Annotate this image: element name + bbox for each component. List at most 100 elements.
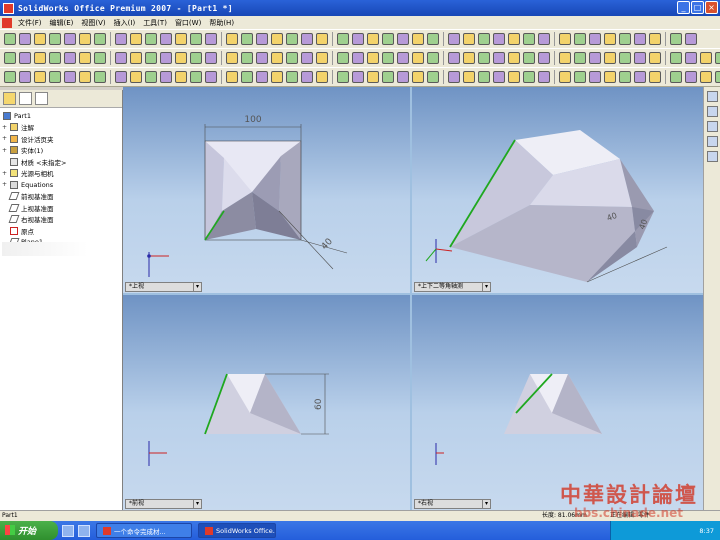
toolbar-tool-icon[interactable] <box>478 71 490 83</box>
toolbar-tool-icon[interactable] <box>523 52 535 64</box>
toolbar-tool-icon[interactable] <box>226 33 238 45</box>
toolbar-tool-icon[interactable] <box>64 52 76 64</box>
tree-item-right-plane[interactable]: 右视基准面 <box>2 214 120 226</box>
toolbar-tool-icon[interactable] <box>34 52 46 64</box>
tree-item-solid-bodies[interactable]: + 实体(1) <box>2 145 120 157</box>
toolbar-tool-icon[interactable] <box>316 52 328 64</box>
toolbar-tool-icon[interactable] <box>619 71 631 83</box>
toolbar-tool-icon[interactable] <box>19 71 31 83</box>
toolbar-tool-icon[interactable] <box>559 52 571 64</box>
toolbar-tool-icon[interactable] <box>79 71 91 83</box>
tree-item-material[interactable]: 材质 <未指定> <box>2 156 120 168</box>
tree-item-equations[interactable]: + Equations <box>2 179 120 191</box>
toolbar-tool-icon[interactable] <box>175 71 187 83</box>
toolbar-tool-icon[interactable] <box>463 71 475 83</box>
tree-item-annotations[interactable]: + 注解 <box>2 122 120 134</box>
toolbar-tool-icon[interactable] <box>130 33 142 45</box>
app-menu-icon[interactable] <box>2 17 12 28</box>
toolbar-tool-icon[interactable] <box>427 71 439 83</box>
toolbar-tool-icon[interactable] <box>175 52 187 64</box>
tree-item-lights-cameras[interactable]: + 光源与相机 <box>2 168 120 180</box>
toolbar-tool-icon[interactable] <box>337 33 349 45</box>
toolbar-tool-icon[interactable] <box>700 52 712 64</box>
dimension-60[interactable]: 60 <box>314 398 324 410</box>
toolbar-tool-icon[interactable] <box>700 71 712 83</box>
toolbar-tool-icon[interactable] <box>397 71 409 83</box>
isometric-model[interactable]: 40 40 <box>412 87 703 293</box>
toolbar-tool-icon[interactable] <box>463 52 475 64</box>
toolbar-tool-icon[interactable] <box>559 71 571 83</box>
toolbar-tool-icon[interactable] <box>493 52 505 64</box>
toolbar-tool-icon[interactable] <box>205 33 217 45</box>
toolbar-tool-icon[interactable] <box>478 52 490 64</box>
toolbar-tool-icon[interactable] <box>286 52 298 64</box>
toolbar-tool-icon[interactable] <box>256 71 268 83</box>
toolbar-tool-icon[interactable] <box>448 71 460 83</box>
taskbar-item-solidworks[interactable]: SolidWorks Office... <box>198 523 276 538</box>
search-icon[interactable] <box>706 136 718 147</box>
toolbar-tool-icon[interactable] <box>4 71 16 83</box>
toolbar-tool-icon[interactable] <box>286 71 298 83</box>
toolbar-tool-icon[interactable] <box>493 71 505 83</box>
toolbar-tool-icon[interactable] <box>205 52 217 64</box>
toolbar-tool-icon[interactable] <box>286 33 298 45</box>
dimension-100[interactable]: 100 <box>244 115 261 125</box>
menu-file[interactable]: 文件(F) <box>14 18 46 28</box>
toolbar-tool-icon[interactable] <box>649 71 661 83</box>
toolbar-tool-icon[interactable] <box>685 52 697 64</box>
toolbar-tool-icon[interactable] <box>175 33 187 45</box>
toolbar-tool-icon[interactable] <box>64 33 76 45</box>
toolbar-tool-icon[interactable] <box>448 33 460 45</box>
toolbar-tool-icon[interactable] <box>256 52 268 64</box>
toolbar-tool-icon[interactable] <box>79 52 91 64</box>
toolbar-tool-icon[interactable] <box>634 71 646 83</box>
toolbar-tool-icon[interactable] <box>634 33 646 45</box>
tree-item-front-plane[interactable]: 前视基准面 <box>2 191 120 203</box>
toolbar-tool-icon[interactable] <box>301 33 313 45</box>
configuration-tab-icon[interactable] <box>35 92 48 105</box>
toolbar-tool-icon[interactable] <box>367 71 379 83</box>
toolbar-tool-icon[interactable] <box>301 71 313 83</box>
menu-tools[interactable]: 工具(T) <box>139 18 171 28</box>
toolbar-tool-icon[interactable] <box>271 71 283 83</box>
toolbar-tool-icon[interactable] <box>271 33 283 45</box>
toolbar-tool-icon[interactable] <box>94 33 106 45</box>
viewport-front[interactable]: 60 *前视 ▾ <box>123 295 410 510</box>
view-label-isometric[interactable]: *上下二等角轴测 ▾ <box>414 282 491 292</box>
feature-tree-tab-icon[interactable] <box>3 92 16 105</box>
toolbar-tool-icon[interactable] <box>130 71 142 83</box>
toolbar-tool-icon[interactable] <box>715 52 720 64</box>
toolbar-tool-icon[interactable] <box>382 33 394 45</box>
start-button[interactable]: 开始 <box>0 521 58 540</box>
toolbar-tool-icon[interactable] <box>115 33 127 45</box>
toolbar-tool-icon[interactable] <box>130 52 142 64</box>
toolbar-tool-icon[interactable] <box>412 52 424 64</box>
toolbar-tool-icon[interactable] <box>670 33 682 45</box>
toolbar-tool-icon[interactable] <box>94 71 106 83</box>
toolbar-tool-icon[interactable] <box>508 71 520 83</box>
viewport-right[interactable]: *右视 ▾ <box>412 295 703 510</box>
toolbar-tool-icon[interactable] <box>49 33 61 45</box>
toolbar-tool-icon[interactable] <box>64 71 76 83</box>
toolbar-tool-icon[interactable] <box>634 52 646 64</box>
toolbar-tool-icon[interactable] <box>226 71 238 83</box>
toolbar-tool-icon[interactable] <box>589 52 601 64</box>
dimension-40-top[interactable]: 40 <box>320 237 335 252</box>
toolbar-tool-icon[interactable] <box>574 52 586 64</box>
toolbar-tool-icon[interactable] <box>649 33 661 45</box>
view-label-right[interactable]: *右视 ▾ <box>414 499 491 509</box>
toolbar-tool-icon[interactable] <box>160 52 172 64</box>
view-label-front[interactable]: *前视 ▾ <box>125 499 202 509</box>
toolbar-tool-icon[interactable] <box>670 71 682 83</box>
toolbar-tool-icon[interactable] <box>367 52 379 64</box>
view-label-top[interactable]: *上视 ▾ <box>125 282 202 292</box>
taskbar-item-browser[interactable]: 一个命令完成材... <box>96 523 192 538</box>
toolbar-tool-icon[interactable] <box>241 33 253 45</box>
toolbar-tool-icon[interactable] <box>412 71 424 83</box>
toolbar-tool-icon[interactable] <box>316 33 328 45</box>
chevron-down-icon[interactable]: ▾ <box>482 500 490 508</box>
toolbar-tool-icon[interactable] <box>604 33 616 45</box>
toolbar-tool-icon[interactable] <box>367 33 379 45</box>
toolbar-tool-icon[interactable] <box>190 52 202 64</box>
toolbar-tool-icon[interactable] <box>256 33 268 45</box>
